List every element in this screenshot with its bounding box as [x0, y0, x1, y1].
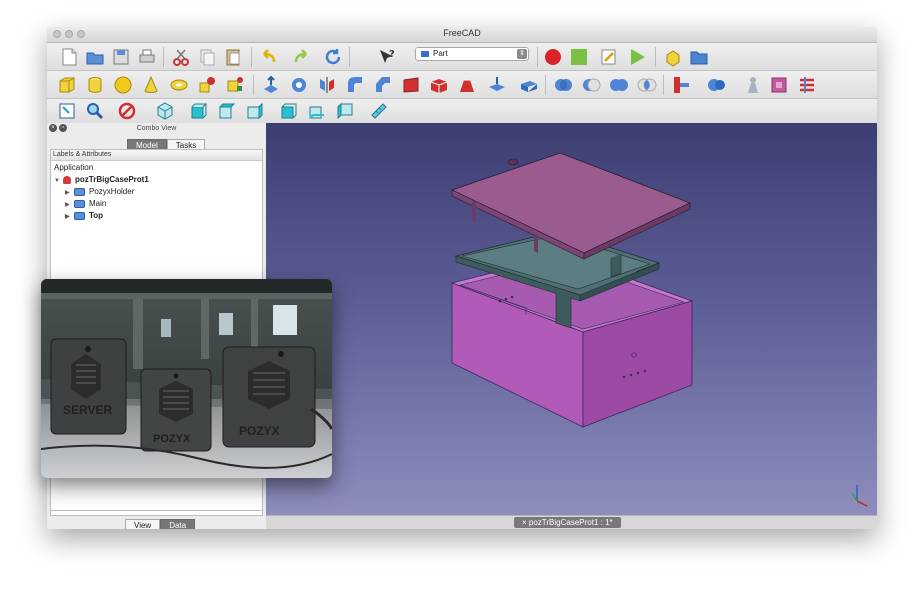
chamfer-icon[interactable] [373, 75, 393, 95]
part-box-icon[interactable] [57, 75, 77, 95]
combo-view-header: × ▫ Combo View [47, 123, 266, 134]
fillet-icon[interactable] [345, 75, 365, 95]
view-top-icon[interactable] [217, 101, 237, 121]
case-pozyx-right: POZYX [222, 346, 316, 448]
split-features-icon[interactable] [707, 75, 727, 95]
stop-macro-icon[interactable] [569, 47, 589, 67]
view-front-icon[interactable] [189, 101, 209, 121]
record-macro-icon[interactable] [543, 47, 563, 67]
tree-item-document[interactable]: ▼ pozTrBigCaseProt1 [54, 174, 149, 186]
tree-item-main[interactable]: ▶ Main [65, 198, 106, 210]
tree-item-top[interactable]: ▶ Top [65, 210, 103, 222]
case-pozyx-front: POZYX [140, 368, 212, 452]
svg-text:?: ? [389, 49, 395, 60]
combo-view-title: Combo View [136, 125, 177, 132]
view-rear-icon[interactable] [279, 101, 299, 121]
measure-distance-icon[interactable] [369, 101, 389, 121]
macro-editor-icon[interactable] [599, 47, 619, 67]
extrude-icon[interactable] [261, 75, 281, 95]
part-workbench-icon [421, 51, 429, 57]
title-bar: FreeCAD [47, 27, 877, 43]
mirror-icon[interactable] [317, 75, 337, 95]
boolean-icon[interactable] [553, 75, 573, 95]
document-tab[interactable]: × pozTrBigCaseProt1 : 1* [514, 517, 621, 528]
defeaturing-icon[interactable] [769, 75, 789, 95]
view-isometric-icon[interactable] [155, 101, 175, 121]
part-cylinder-icon[interactable] [85, 75, 105, 95]
sweep-icon[interactable] [487, 75, 507, 95]
document-icon [63, 175, 71, 184]
whats-this-icon[interactable]: ? [377, 47, 397, 67]
pozyx-label-right: POZYX [239, 424, 280, 438]
shape-builder-icon[interactable] [225, 75, 245, 95]
redo-icon[interactable] [291, 47, 311, 67]
property-tabs: View Data [125, 515, 196, 529]
workbench-selector[interactable]: Part ⇕ [415, 47, 529, 61]
part-box-selection-icon[interactable] [663, 47, 683, 67]
open-folder-icon[interactable] [85, 47, 105, 67]
server-label: SERVER [63, 403, 112, 417]
axis-cross-icon [851, 485, 868, 507]
common-icon[interactable] [637, 75, 657, 95]
ruled-surface-icon[interactable] [429, 75, 449, 95]
close-panel-icon[interactable]: × [49, 124, 57, 132]
toolbar-view [47, 99, 877, 124]
lid-model[interactable] [450, 152, 692, 260]
folder-group-icon[interactable] [689, 47, 709, 67]
part-sphere-icon[interactable] [113, 75, 133, 95]
copy-icon[interactable] [197, 47, 217, 67]
view-bottom-icon[interactable] [307, 101, 327, 121]
printed-cases-photo: SERVER POZYX POZYX [41, 279, 332, 478]
collapsed-triangle-icon[interactable]: ▶ [65, 211, 74, 223]
refresh-icon[interactable] [323, 47, 343, 67]
cut-icon[interactable] [171, 47, 191, 67]
part-torus-icon[interactable] [169, 75, 189, 95]
check-geometry-icon[interactable] [743, 75, 763, 95]
view-left-icon[interactable] [335, 101, 355, 121]
float-panel-icon[interactable]: ▫ [59, 124, 67, 132]
revolve-icon[interactable] [289, 75, 309, 95]
window-title: FreeCAD [443, 28, 481, 38]
3d-viewport[interactable] [266, 123, 877, 515]
chevron-updown-icon: ⇕ [517, 49, 527, 59]
body-icon [74, 211, 85, 220]
view-right-icon[interactable] [245, 101, 265, 121]
cross-sections-icon[interactable] [797, 75, 817, 95]
save-icon[interactable] [111, 47, 131, 67]
make-face-icon[interactable] [401, 75, 421, 95]
std-view-icon[interactable] [57, 101, 77, 121]
pozyx-label-front: POZYX [153, 433, 191, 445]
tree-item-pozyxholder[interactable]: ▶ PozyxHolder [65, 186, 134, 198]
tab-view[interactable]: View [125, 519, 161, 529]
draw-style-icon[interactable] [117, 101, 137, 121]
body-icon [74, 187, 85, 196]
section-icon[interactable] [519, 75, 539, 95]
part-primitives-icon[interactable] [197, 75, 217, 95]
expand-triangle-icon[interactable]: ▼ [54, 175, 63, 187]
body-icon [74, 199, 85, 208]
tree-root-application: Application [54, 163, 94, 172]
combo-tabs: Model Tasks [127, 135, 206, 153]
fit-all-icon[interactable] [85, 101, 105, 121]
tab-data[interactable]: Data [160, 519, 196, 529]
join-features-icon[interactable] [671, 75, 691, 95]
print-icon[interactable] [137, 47, 157, 67]
undo-icon[interactable] [259, 47, 279, 67]
case-server: SERVER [50, 338, 127, 435]
new-document-icon[interactable] [59, 47, 79, 67]
toolbar-part [47, 71, 877, 99]
fuse-icon[interactable] [609, 75, 629, 95]
loft-icon[interactable] [457, 75, 477, 95]
paste-icon[interactable] [223, 47, 243, 67]
cut-boolean-icon[interactable] [581, 75, 601, 95]
part-cone-icon[interactable] [141, 75, 161, 95]
execute-macro-icon[interactable] [627, 47, 647, 67]
close-tab-icon[interactable]: × [522, 518, 527, 527]
tree-column-header: Labels & Attributes [51, 150, 262, 161]
toolbar-file: ? Part ⇕ [47, 43, 877, 71]
document-tab-bar: × pozTrBigCaseProt1 : 1* [266, 515, 877, 529]
